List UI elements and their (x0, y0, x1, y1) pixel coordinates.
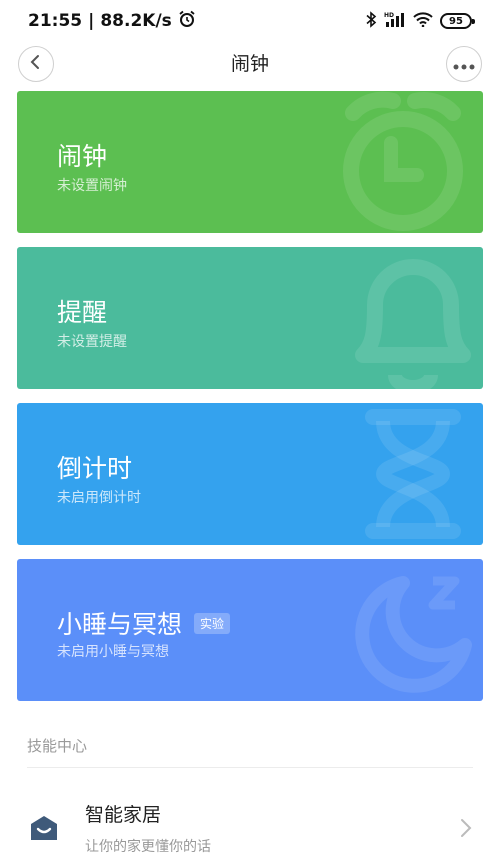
smart-home-icon (29, 814, 59, 846)
divider (27, 767, 473, 768)
experimental-badge: 实验 (194, 612, 231, 634)
countdown-card-title-text: 倒计时 (57, 454, 133, 483)
countdown-card-subtitle: 未启用倒计时 (57, 490, 141, 506)
svg-text:HD: HD (384, 12, 394, 19)
network-speed: 88.2K/s (100, 11, 172, 31)
status-right: HD 95 (366, 10, 475, 32)
header: 闹钟 (0, 42, 500, 88)
nap-meditation-card-title-text: 小睡与冥想 (57, 610, 183, 639)
skill-center-label: 技能中心 (27, 737, 88, 755)
bluetooth-icon (366, 10, 377, 32)
hourglass-icon (333, 403, 483, 545)
status-left: 21:55 | 88.2K/s (28, 10, 196, 33)
chevron-left-icon (29, 54, 43, 74)
page-title: 闹钟 (230, 53, 269, 75)
nap-meditation-card-subtitle: 未启用小睡与冥想 (57, 644, 169, 660)
alarm-clock-icon (333, 91, 483, 233)
smart-home-subtitle: 让你的家更懂你的话 (85, 839, 211, 855)
alarm-card[interactable]: 闹钟 未设置闹钟 (17, 91, 483, 233)
hd-signal-icon: HD (384, 11, 406, 31)
status-time: 21:55 (28, 11, 83, 31)
chevron-right-icon (460, 818, 472, 842)
reminder-card-title: 提醒 (57, 293, 107, 329)
nap-meditation-card-title: 小睡与冥想 实验 (57, 605, 231, 641)
status-bar: 21:55 | 88.2K/s HD 95 (0, 0, 500, 42)
reminder-card[interactable]: 提醒 未设置提醒 (17, 247, 483, 389)
status-separator: | (88, 11, 95, 31)
alarm-clock-icon (178, 10, 196, 33)
alarm-card-title: 闹钟 (57, 137, 107, 173)
nap-meditation-card[interactable]: 小睡与冥想 实验 未启用小睡与冥想 (17, 559, 483, 701)
back-button[interactable] (18, 46, 54, 82)
reminder-card-title-text: 提醒 (57, 298, 108, 327)
more-button[interactable] (446, 46, 482, 82)
battery-level: 95 (449, 15, 463, 27)
more-dots-icon (453, 55, 475, 74)
reminder-card-subtitle: 未设置提醒 (57, 334, 127, 350)
countdown-card-title: 倒计时 (57, 449, 132, 485)
bell-icon (333, 247, 483, 389)
smart-home-item[interactable]: 智能家居 让你的家更懂你的话 (0, 796, 500, 867)
countdown-card[interactable]: 倒计时 未启用倒计时 (17, 403, 483, 545)
wifi-icon (413, 11, 433, 31)
battery-icon: 95 (440, 13, 475, 29)
moon-icon (333, 559, 483, 701)
smart-home-title: 智能家居 (85, 804, 162, 826)
alarm-card-title-text: 闹钟 (57, 142, 108, 171)
alarm-card-subtitle: 未设置闹钟 (57, 178, 127, 194)
